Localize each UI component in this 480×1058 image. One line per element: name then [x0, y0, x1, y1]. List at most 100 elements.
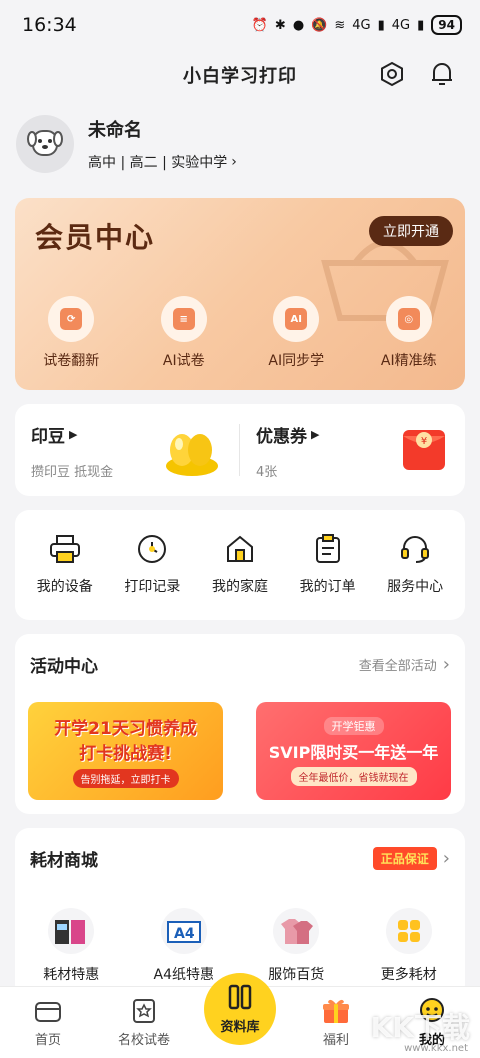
service-print-history[interactable]: 打印记录: [111, 534, 193, 596]
banner-line1: 开学21天习惯养成: [54, 719, 197, 739]
signal-bars-icon: ▮: [377, 17, 385, 33]
page-title: 小白学习打印: [183, 66, 297, 87]
shop-title: 耗材商城: [30, 851, 98, 871]
a4-paper-icon: A4: [166, 921, 201, 943]
order-icon: [315, 534, 340, 563]
shop-more-link[interactable]: 正品保证 ›: [372, 847, 450, 870]
coupon-symbol: ¥: [421, 436, 427, 447]
feature-ai-practice[interactable]: ◎ AI精准练: [364, 296, 454, 370]
points-coupons-card: 印豆 ▶ 攒印豆 抵现金 优惠券 ▶ 4张 ¥: [15, 404, 465, 496]
genuine-guarantee-badge: 正品保证: [372, 847, 437, 870]
title-bar: 小白学习打印: [0, 52, 480, 98]
home-tab-icon: [35, 1002, 61, 1022]
service-help-center[interactable]: 服务中心: [374, 534, 456, 596]
tab-label: 资料库: [220, 1019, 260, 1035]
banner-sub-text: 全年最低价，省钱就现在: [290, 766, 417, 786]
red-envelope-icon: ¥: [403, 430, 445, 470]
signal-1: 4G: [352, 17, 371, 33]
tshirt-icon: [281, 919, 314, 944]
activity-title: 活动中心: [30, 657, 98, 677]
feature-ai-paper[interactable]: ≡ AI试卷: [139, 296, 229, 370]
feature-label: AI精准练: [380, 353, 437, 369]
target-icon: ◎: [397, 308, 420, 330]
ink-cartridge-icon: [55, 920, 86, 944]
exam-tab-icon: [133, 999, 155, 1023]
profile-name: 未命名: [88, 120, 142, 141]
view-all-label: 查看全部活动: [358, 659, 437, 674]
avatar[interactable]: [16, 115, 74, 173]
paper-refresh-icon: ⟳: [60, 308, 83, 330]
tab-library[interactable]: 资料库: [200, 973, 280, 1045]
bluetooth-icon: ✱: [274, 17, 286, 33]
view-all-activities-link[interactable]: 查看全部活动 ›: [359, 654, 450, 675]
tab-label: 首页: [34, 1033, 61, 1048]
service-label: 我的订单: [299, 579, 356, 595]
ai-sync-icon: AI: [285, 308, 308, 330]
shop-item-more[interactable]: 更多耗材: [364, 908, 454, 984]
service-my-devices[interactable]: 我的设备: [24, 534, 106, 596]
profile-section[interactable]: 未命名 高中 | 高二 | 实验中学 ›: [16, 112, 464, 176]
mute-icon: 🔕: [311, 17, 328, 33]
clock-icon: [138, 535, 167, 563]
service-label: 服务中心: [387, 579, 444, 595]
member-features: ⟳ 试卷翻新 ≡ AI试卷 AI AI同步学 ◎ AI精准练: [15, 296, 465, 370]
chevron-right-icon: ›: [231, 154, 237, 170]
shop-item-label: 更多耗材: [380, 967, 437, 983]
service-label: 打印记录: [124, 579, 181, 595]
open-membership-button[interactable]: 立即开通: [369, 216, 453, 246]
feature-paper-refresh[interactable]: ⟳ 试卷翻新: [26, 296, 116, 370]
tab-exam-papers[interactable]: 名校试卷: [104, 997, 184, 1048]
tab-label: 福利: [322, 1033, 349, 1048]
profile-school-info[interactable]: 高中 | 高二 | 实验中学 ›: [88, 152, 237, 172]
beans-section[interactable]: 印豆 ▶ 攒印豆 抵现金: [15, 404, 240, 496]
tab-home[interactable]: 首页: [8, 997, 88, 1048]
status-time: 16:34: [22, 14, 77, 36]
shop-item-cartridge[interactable]: 耗材特惠: [26, 908, 116, 984]
headset-icon: [401, 536, 430, 563]
service-my-orders[interactable]: 我的订单: [287, 534, 369, 596]
ai-paper-icon: ≡: [172, 308, 195, 330]
gift-tab-icon: [323, 999, 349, 1023]
gold-bean-icon: [166, 434, 218, 476]
service-label: 我的设备: [36, 579, 93, 595]
library-tab-icon: [228, 984, 252, 1009]
caret-right-icon: ▶: [69, 428, 78, 441]
status-icons: ⏰ ✱ ● 🔕 ≋ 4G ▮ 4G ▮ 94: [252, 15, 462, 35]
activity-center-card: 活动中心 查看全部活动 › 开学21天习惯养成 打卡挑战赛! 告别拖延，立即打卡…: [15, 634, 465, 814]
signal-bars-icon: ▮: [417, 17, 425, 33]
watermark-logo: KK下载: [370, 1011, 470, 1044]
feature-ai-sync[interactable]: AI AI同步学: [251, 296, 341, 370]
bell-icon[interactable]: [428, 60, 456, 88]
banner-line2: 打卡挑战赛!: [79, 744, 172, 764]
caret-right-icon: ▶: [311, 428, 320, 441]
settings-icon[interactable]: [378, 60, 406, 88]
service-my-family[interactable]: 我的家庭: [199, 534, 281, 596]
svip-promo-banner[interactable]: 开学钜惠 SVIP限时买一年送一年 全年最低价，省钱就现在: [256, 702, 451, 800]
profile-info-text: 高中 | 高二 | 实验中学: [88, 155, 228, 171]
banner-pill: 告别拖延，立即打卡: [72, 769, 179, 788]
tab-label: 名校试卷: [117, 1033, 170, 1048]
home-icon: [226, 535, 253, 562]
chevron-right-icon: ›: [442, 848, 450, 869]
banner-main-text: SVIP限时买一年送一年: [268, 742, 439, 762]
grid-icon: [397, 920, 420, 942]
printer-icon: [49, 535, 80, 563]
svg-text:A4: A4: [174, 926, 195, 942]
service-label: 我的家庭: [211, 579, 268, 595]
coupon-section[interactable]: 优惠券 ▶ 4张 ¥: [240, 404, 465, 496]
coupon-title: 优惠券: [256, 427, 307, 447]
services-card: 我的设备 打印记录 我的家庭 我的订单 服务中心: [15, 510, 465, 620]
member-center-title: 会员中心: [35, 221, 156, 254]
tab-benefits[interactable]: 福利: [296, 997, 376, 1048]
location-icon: ●: [292, 17, 305, 33]
banner-tag: 开学钜惠: [323, 716, 384, 735]
watermark-url: www.kkx.net: [404, 1043, 468, 1054]
habit-challenge-banner[interactable]: 开学21天习惯养成 打卡挑战赛! 告别拖延，立即打卡: [28, 702, 223, 800]
status-bar: 16:34 ⏰ ✱ ● 🔕 ≋ 4G ▮ 4G ▮ 94: [0, 0, 480, 50]
member-center-card[interactable]: 会员中心 立即开通 ⟳ 试卷翻新 ≡ AI试卷 AI AI同步学 ◎ AI精准练: [15, 198, 465, 390]
shop-item-label: 耗材特惠: [43, 967, 100, 983]
wifi-icon: ≋: [334, 17, 346, 33]
feature-label: AI试卷: [162, 353, 205, 369]
feature-label: 试卷翻新: [43, 353, 100, 369]
chevron-right-icon: ›: [442, 654, 450, 675]
